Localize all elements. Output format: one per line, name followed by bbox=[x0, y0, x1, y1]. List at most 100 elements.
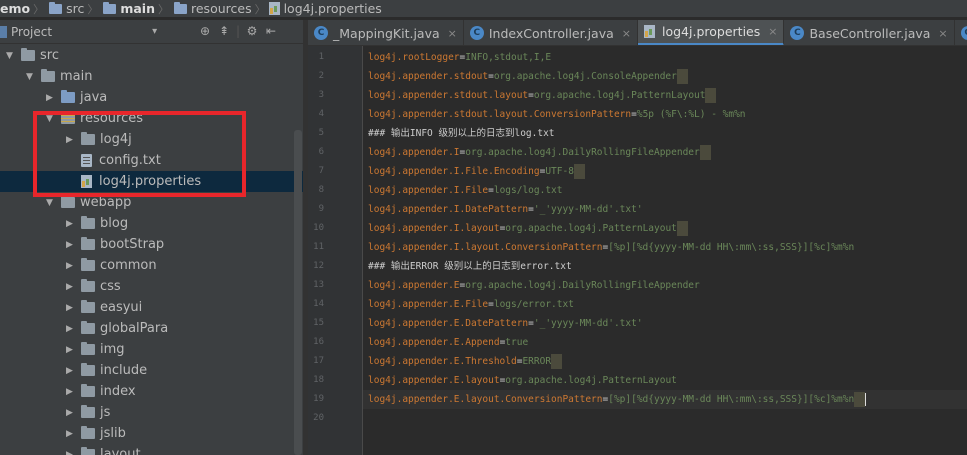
tree-item[interactable]: ▶ globalPara bbox=[0, 318, 303, 339]
chevron-down-icon[interactable]: ▾ bbox=[152, 26, 157, 37]
locate-target-icon[interactable]: ⊕ bbox=[198, 24, 212, 38]
code-line[interactable]: log4j.appender.I=org.apache.log4j.DailyR… bbox=[368, 143, 711, 162]
tree-item[interactable]: ▶ img bbox=[0, 339, 303, 360]
folder-icon bbox=[81, 258, 95, 271]
close-icon[interactable]: × bbox=[448, 27, 457, 40]
collapse-arrow-icon[interactable]: ▶ bbox=[64, 135, 75, 145]
editor-tab[interactable]: C_JF bbox=[955, 20, 967, 45]
tree-item-label: img bbox=[100, 342, 125, 357]
tree-item[interactable]: ▶ bootStrap bbox=[0, 234, 303, 255]
close-icon[interactable]: × bbox=[938, 27, 947, 40]
tree-item[interactable]: ▶ index bbox=[0, 381, 303, 402]
breadcrumb-label: main bbox=[120, 1, 155, 16]
collapse-arrow-icon[interactable]: ▶ bbox=[64, 303, 75, 313]
hide-panel-icon[interactable]: ⇤ bbox=[264, 24, 278, 38]
code-line[interactable]: log4j.appender.I.layout=org.apache.log4j… bbox=[368, 219, 688, 238]
tab-label: _MappingKit.java bbox=[333, 25, 440, 41]
breadcrumb-item[interactable]: emo bbox=[0, 1, 30, 16]
collapse-arrow-icon[interactable]: ▶ bbox=[64, 282, 75, 292]
code-line[interactable]: log4j.appender.E.layout.ConversionPatter… bbox=[363, 390, 967, 409]
collapse-arrow-icon[interactable]: ▶ bbox=[64, 408, 75, 418]
folder-icon bbox=[81, 405, 95, 418]
breadcrumb-item[interactable]: 〉 src bbox=[30, 1, 84, 17]
tree-item[interactable]: ▶ css bbox=[0, 276, 303, 297]
code-line[interactable]: log4j.appender.I.layout.ConversionPatter… bbox=[368, 238, 854, 257]
collapse-all-icon[interactable]: ⇞ bbox=[217, 24, 231, 38]
code-line[interactable]: ### 输出ERROR 级别以上的日志到error.txt bbox=[368, 257, 572, 276]
tree-item[interactable]: ▶ jslib bbox=[0, 423, 303, 444]
code-line[interactable]: log4j.appender.E.Append=true bbox=[368, 333, 528, 352]
trailing-whitespace-marker bbox=[676, 69, 688, 84]
line-number: 20 bbox=[313, 413, 324, 423]
collapse-arrow-icon[interactable]: ▶ bbox=[64, 429, 75, 439]
expand-arrow-icon[interactable]: ▼ bbox=[4, 51, 15, 61]
folder-icon bbox=[81, 426, 95, 439]
tree-item-label: globalPara bbox=[100, 321, 169, 336]
code-line[interactable]: log4j.appender.E.layout=org.apache.log4j… bbox=[368, 371, 677, 390]
tree-item[interactable]: ▶ common bbox=[0, 255, 303, 276]
expand-arrow-icon[interactable]: ▼ bbox=[44, 198, 55, 208]
code-line[interactable]: log4j.appender.E.Threshold=ERROR bbox=[368, 352, 563, 371]
tree-item-label: blog bbox=[100, 216, 129, 231]
folder-icon bbox=[81, 447, 95, 455]
editor-tab[interactable]: C BaseController.java × bbox=[784, 20, 955, 45]
code-line[interactable]: ### 输出INFO 级别以上的日志到log.txt bbox=[368, 124, 555, 143]
tree-item[interactable]: config.txt bbox=[0, 150, 303, 171]
collapse-arrow-icon[interactable]: ▶ bbox=[64, 450, 75, 455]
trailing-whitespace-marker bbox=[676, 221, 688, 236]
collapse-arrow-icon[interactable]: ▶ bbox=[64, 345, 75, 355]
code-line[interactable]: log4j.appender.stdout=org.apache.log4j.C… bbox=[368, 67, 688, 86]
source-folder-icon bbox=[61, 90, 75, 103]
collapse-arrow-icon[interactable]: ▶ bbox=[64, 219, 75, 229]
code-editor[interactable]: log4j.rootLogger=INFO,stdout,I,E log4j.ap… bbox=[363, 46, 967, 455]
tree-item[interactable]: ▼ main bbox=[0, 66, 303, 87]
collapse-arrow-icon[interactable]: ▶ bbox=[64, 366, 75, 376]
expand-arrow-icon[interactable]: ▼ bbox=[44, 114, 55, 124]
code-line[interactable]: log4j.appender.E.File=logs/error.txt bbox=[368, 295, 574, 314]
code-line[interactable]: log4j.appender.E.DatePattern='_'yyyy-MM-… bbox=[368, 314, 643, 333]
tree-item[interactable]: ▼ webapp bbox=[0, 192, 303, 213]
tree-scrollbar[interactable] bbox=[294, 130, 302, 455]
tree-item[interactable]: ▶ log4j bbox=[0, 129, 303, 150]
line-number: 7 bbox=[318, 166, 324, 176]
project-tree: ▼ src ▼ main ▶ java ▼ resources ▶ log4j config.txt… bbox=[0, 44, 303, 455]
project-view-selector[interactable]: Project ▾ bbox=[0, 25, 157, 39]
tree-item[interactable]: log4j.properties bbox=[0, 171, 303, 192]
breadcrumb-item[interactable]: 〉 resources bbox=[155, 1, 252, 17]
code-line[interactable]: log4j.appender.stdout.layout.ConversionP… bbox=[368, 105, 746, 124]
collapse-arrow-icon[interactable]: ▶ bbox=[64, 261, 75, 271]
tree-item[interactable]: ▶ easyui bbox=[0, 297, 303, 318]
breadcrumb-item[interactable]: 〉 main bbox=[84, 1, 155, 17]
code-line[interactable]: log4j.appender.E=org.apache.log4j.DailyR… bbox=[368, 276, 700, 295]
tree-item[interactable]: ▶ blog bbox=[0, 213, 303, 234]
property-key: log4j.appender.E.Threshold bbox=[368, 356, 517, 367]
gear-icon[interactable]: ⚙ bbox=[245, 24, 259, 38]
collapse-arrow-icon[interactable]: ▶ bbox=[64, 240, 75, 250]
editor-tab[interactable]: C IndexController.java × bbox=[464, 20, 638, 45]
close-icon[interactable]: × bbox=[768, 25, 777, 38]
editor-tab[interactable]: C _MappingKit.java × bbox=[308, 20, 464, 45]
breadcrumb-separator: 〉 bbox=[87, 2, 99, 16]
expand-arrow-icon[interactable]: ▼ bbox=[24, 72, 35, 82]
collapse-arrow-icon[interactable]: ▶ bbox=[64, 387, 75, 397]
editor-tab[interactable]: log4j.properties × bbox=[638, 20, 785, 45]
code-line[interactable]: log4j.rootLogger=INFO,stdout,I,E bbox=[368, 48, 551, 67]
code-line[interactable]: log4j.appender.I.File=logs/log.txt bbox=[368, 181, 562, 200]
folder-icon bbox=[81, 342, 95, 355]
breadcrumb-separator: 〉 bbox=[33, 2, 45, 16]
tree-item[interactable]: ▼ resources bbox=[0, 108, 303, 129]
tree-item[interactable]: ▶ js bbox=[0, 402, 303, 423]
tree-item[interactable]: ▶ java bbox=[0, 87, 303, 108]
code-line[interactable]: log4j.appender.I.File.Encoding=UTF-8 bbox=[368, 162, 585, 181]
collapse-arrow-icon[interactable]: ▶ bbox=[44, 93, 55, 103]
close-icon[interactable]: × bbox=[622, 27, 631, 40]
class-file-icon: C bbox=[960, 26, 967, 40]
tree-item[interactable]: ▶ include bbox=[0, 360, 303, 381]
code-line[interactable]: log4j.appender.I.DatePattern='_'yyyy-MM-… bbox=[368, 200, 643, 219]
code-line[interactable]: log4j.appender.stdout.layout=org.apache.… bbox=[368, 86, 717, 105]
breadcrumb-item[interactable]: 〉 log4j.properties bbox=[252, 1, 382, 17]
collapse-arrow-icon[interactable]: ▶ bbox=[64, 324, 75, 334]
tree-item[interactable]: ▼ src bbox=[0, 45, 303, 66]
property-value: logs/error.txt bbox=[493, 299, 574, 310]
tree-item[interactable]: ▶ layout bbox=[0, 444, 303, 455]
